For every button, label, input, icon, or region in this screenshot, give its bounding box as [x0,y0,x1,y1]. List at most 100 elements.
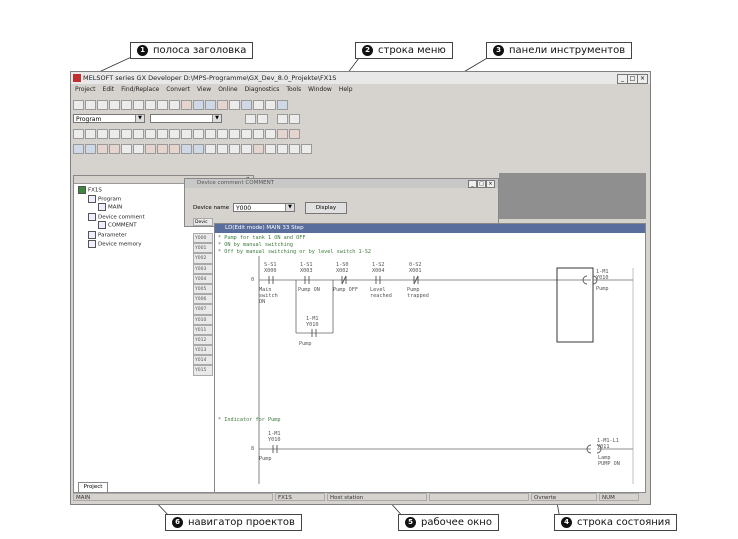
paste-icon[interactable] [145,99,156,110]
save-icon[interactable] [97,99,108,110]
chevron-down-icon[interactable]: ▼ [135,115,144,122]
monitor-icon[interactable] [205,99,216,110]
menu-online[interactable]: Online [218,85,237,95]
setup-icon[interactable] [241,143,252,154]
cut-icon[interactable] [121,99,132,110]
device-row[interactable]: Y010 [193,314,213,325]
list-icon[interactable] [277,143,288,154]
diagnostic-icon[interactable] [253,143,264,154]
device-name-input[interactable]: Y000 ▼ [233,203,295,212]
menu-tools[interactable]: Tools [286,85,301,95]
device-row[interactable]: Y013 [193,345,213,356]
contact-pump-off[interactable]: 1-S0 X002 [336,262,349,274]
undo-icon[interactable] [157,99,168,110]
program-combo[interactable]: Program ▼ [73,114,145,123]
device-row[interactable]: Y015 [193,365,213,376]
rising-branch-icon[interactable] [193,128,204,139]
chevron-down-icon[interactable]: ▼ [285,204,294,211]
closed-contact-icon[interactable] [97,128,108,139]
stop-monitor-icon[interactable] [133,143,144,154]
redo-icon[interactable] [169,99,180,110]
start-monitor-icon[interactable] [121,143,132,154]
transfer-icon[interactable] [229,143,240,154]
minimize-button[interactable]: _ [468,180,477,188]
device-row[interactable]: Y003 [193,263,213,274]
chevron-down-icon[interactable]: ▼ [212,115,221,122]
device-row[interactable]: Y012 [193,334,213,346]
line-delete-icon[interactable] [241,128,252,139]
menu-convert[interactable]: Convert [166,85,190,95]
coil-lamp[interactable]: 1-M1-L1 Y011 [597,438,619,450]
contact-pump-on[interactable]: 1-S1 X003 [300,262,313,274]
list-view-icon[interactable] [257,113,268,124]
check-icon[interactable] [169,143,180,154]
convert-icon[interactable] [145,143,156,154]
menu-help[interactable]: Help [339,85,353,95]
rising-pulse-icon[interactable] [169,128,180,139]
vertical-line-icon[interactable] [145,128,156,139]
plc-read-icon[interactable] [181,99,192,110]
new-project-icon[interactable] [73,99,84,110]
convert-all-icon[interactable] [157,143,168,154]
delete-line-icon[interactable] [265,128,276,139]
comment-icon[interactable] [277,113,288,124]
application-instruction-icon[interactable] [133,128,144,139]
close-button[interactable]: × [486,180,495,188]
menu-window[interactable]: Window [308,85,332,95]
menu-view[interactable]: View [197,85,211,95]
device-row[interactable]: Y001 [193,243,213,254]
operation-result-icon[interactable] [229,128,240,139]
tree-parameter[interactable]: Parameter [88,231,127,240]
alias-icon[interactable] [193,143,204,154]
device-row[interactable]: Y006 [193,294,213,305]
open-contact-icon[interactable] [73,128,84,139]
zoom-icon[interactable] [205,143,216,154]
coil-pump[interactable]: 1-M1 Y010 [596,269,609,281]
maximize-button[interactable]: □ [477,180,486,188]
device-row[interactable]: Y011 [193,324,213,335]
block-combo[interactable]: ▼ [150,114,222,123]
step-icon[interactable] [217,143,228,154]
ladder-view-icon[interactable] [245,113,256,124]
open-branch-icon[interactable] [85,128,96,139]
menu-edit[interactable]: Edit [103,85,115,95]
closed-branch-icon[interactable] [109,128,120,139]
display-button[interactable]: Display [305,202,347,214]
horizontal-line-icon[interactable] [157,128,168,139]
contact-level[interactable]: 1-S2 X004 [372,262,385,274]
tab-project[interactable]: Project [78,482,108,493]
contact-pump-indicator[interactable]: 1-M1 Y010 [268,431,281,443]
replace-icon[interactable] [253,99,264,110]
menu-project[interactable]: Project [75,85,96,95]
find-icon[interactable] [241,99,252,110]
comment-display-icon[interactable] [181,143,192,154]
device-row[interactable]: Y005 [193,283,213,295]
device-test-icon[interactable] [217,99,228,110]
menu-find-replace[interactable]: Find/Replace [121,85,159,95]
tree-root[interactable]: FX1S [78,186,102,195]
line-write-icon[interactable] [277,128,288,139]
monitor-write-icon[interactable] [109,143,120,154]
ladder-icon[interactable] [229,99,240,110]
info-icon[interactable] [277,99,288,110]
invert-icon[interactable] [217,128,228,139]
plc-write-icon[interactable] [193,99,204,110]
line-erase-icon[interactable] [289,128,300,139]
coil-icon[interactable] [121,128,132,139]
copy-icon[interactable] [133,99,144,110]
print-icon[interactable] [109,99,120,110]
tree-comment[interactable]: COMMENT [98,221,137,230]
device-row[interactable]: Y002 [193,253,213,264]
draw-line-icon[interactable] [253,128,264,139]
read-mode-icon[interactable] [73,143,84,154]
device-row[interactable]: Y014 [193,355,213,366]
help-icon[interactable] [265,99,276,110]
contact-pump-hold[interactable]: 1-M1 Y010 [306,316,319,328]
write-mode-icon[interactable] [85,143,96,154]
falling-pulse-icon[interactable] [181,128,192,139]
statement-icon[interactable] [289,113,300,124]
column-icon[interactable] [289,143,300,154]
menu-diagnostics[interactable]: Diagnostics [245,85,280,95]
falling-branch-icon[interactable] [205,128,216,139]
contact-pump-trapped[interactable]: 0-S2 X001 [409,262,422,274]
